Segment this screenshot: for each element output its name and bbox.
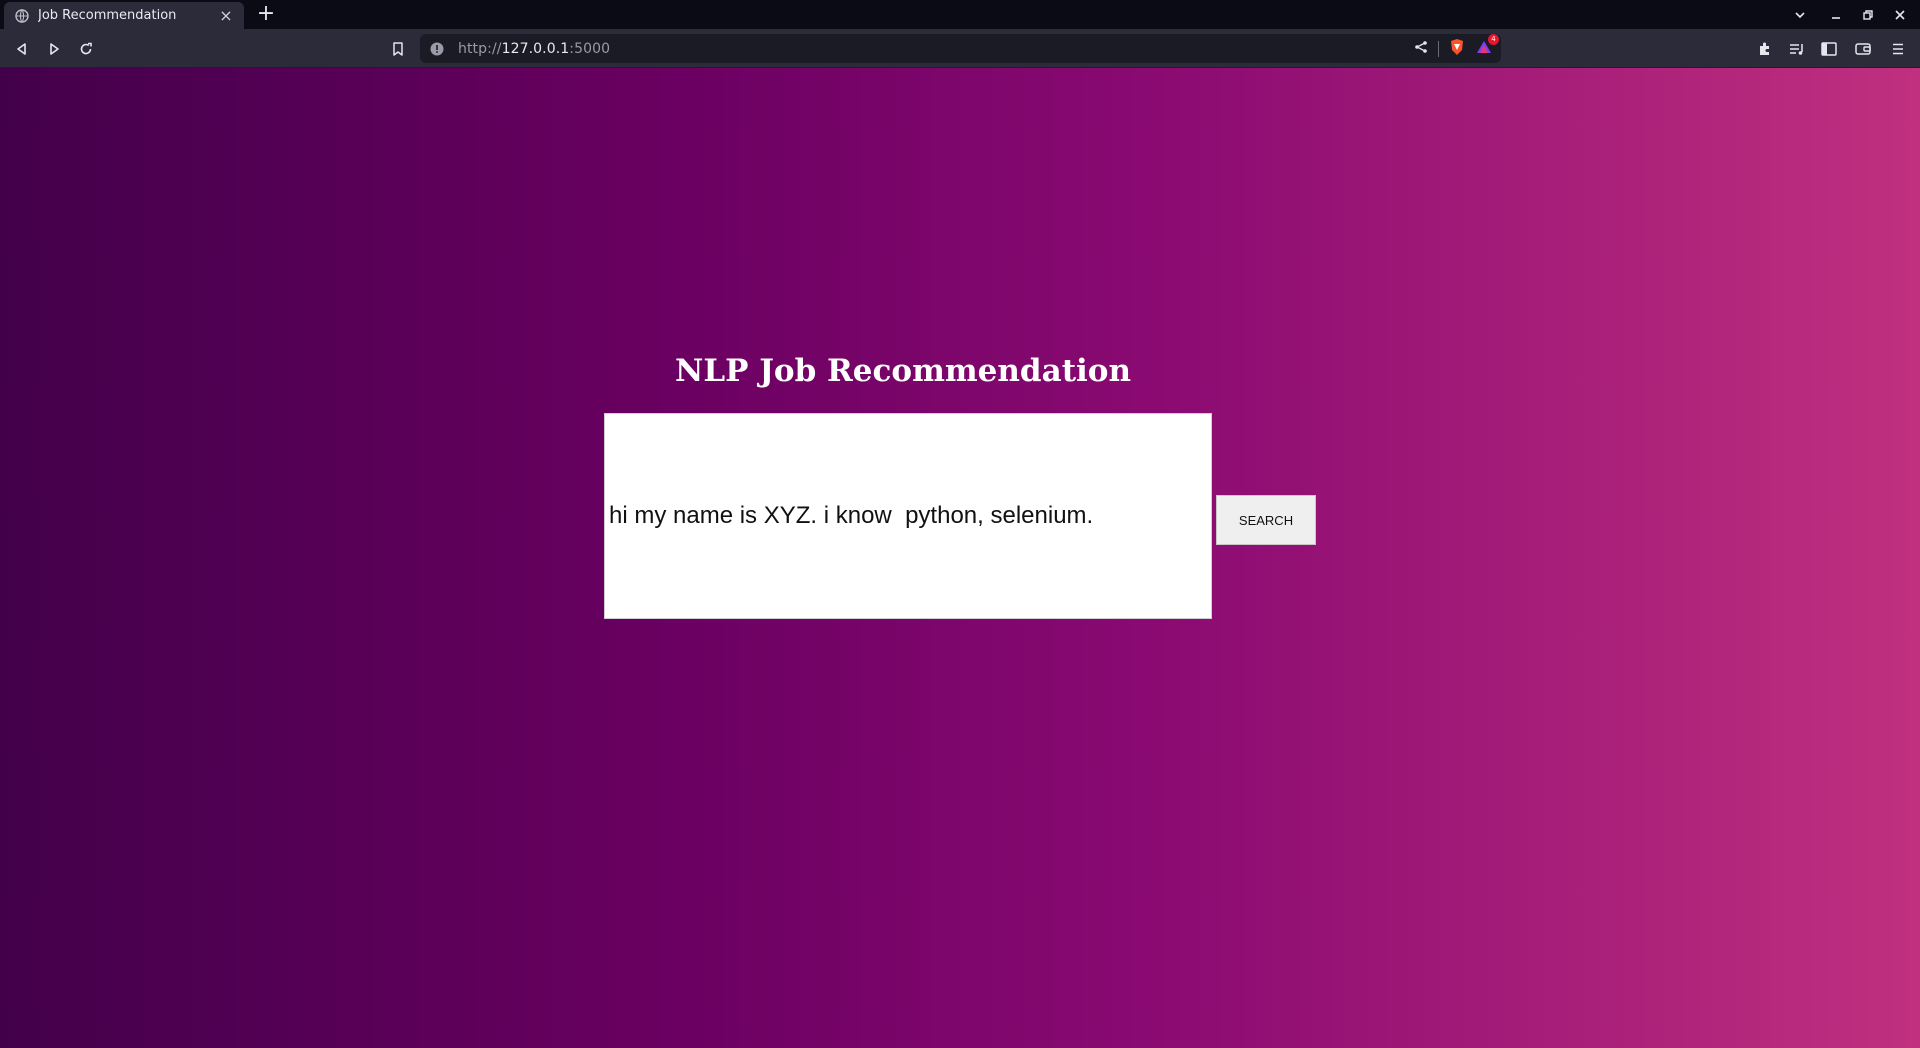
media-queue-icon[interactable]: [1783, 35, 1811, 63]
search-button[interactable]: SEARCH: [1216, 495, 1316, 545]
tab-strip: Job Recommendation × +: [0, 0, 1920, 29]
close-tab-icon[interactable]: ×: [218, 6, 234, 25]
menu-icon[interactable]: [1884, 35, 1912, 63]
rewards-badge: 4: [1488, 33, 1499, 45]
page-content: NLP Job Recommendation hi my name is XYZ…: [0, 68, 1920, 1048]
brave-shield-icon[interactable]: [1449, 38, 1465, 60]
url-port: :5000: [569, 40, 611, 57]
address-bar[interactable]: http://127.0.0.1:5000 4: [420, 33, 1501, 63]
new-tab-button[interactable]: +: [255, 3, 277, 25]
close-window-icon[interactable]: [1884, 0, 1916, 29]
restore-icon[interactable]: [1852, 0, 1884, 29]
back-icon[interactable]: [8, 35, 36, 63]
reload-icon[interactable]: [72, 35, 100, 63]
rewards-icon[interactable]: 4: [1475, 33, 1499, 59]
page-title: NLP Job Recommendation: [674, 353, 1132, 389]
divider: [1438, 40, 1439, 57]
minimize-icon[interactable]: [1820, 0, 1852, 29]
globe-icon: [14, 8, 30, 24]
url-scheme: http://: [458, 40, 502, 57]
tab-title: Job Recommendation: [38, 8, 177, 23]
url-text: http://127.0.0.1:5000: [458, 41, 610, 57]
tab-job-recommendation[interactable]: Job Recommendation ×: [4, 2, 244, 29]
site-info-icon[interactable]: [430, 41, 446, 57]
extensions-icon[interactable]: [1751, 35, 1779, 63]
sidebar-icon[interactable]: [1815, 35, 1843, 63]
bookmark-icon[interactable]: [384, 35, 412, 63]
wallet-icon[interactable]: [1849, 35, 1877, 63]
tab-list-chevron-icon[interactable]: [1784, 0, 1816, 29]
forward-icon[interactable]: [40, 35, 68, 63]
url-host: 127.0.0.1: [501, 40, 570, 57]
query-input-value: hi my name is XYZ. i know python, seleni…: [609, 502, 1094, 529]
share-icon[interactable]: [1414, 39, 1428, 58]
browser-toolbar: http://127.0.0.1:5000 4: [0, 29, 1920, 68]
query-input[interactable]: hi my name is XYZ. i know python, seleni…: [604, 413, 1212, 619]
